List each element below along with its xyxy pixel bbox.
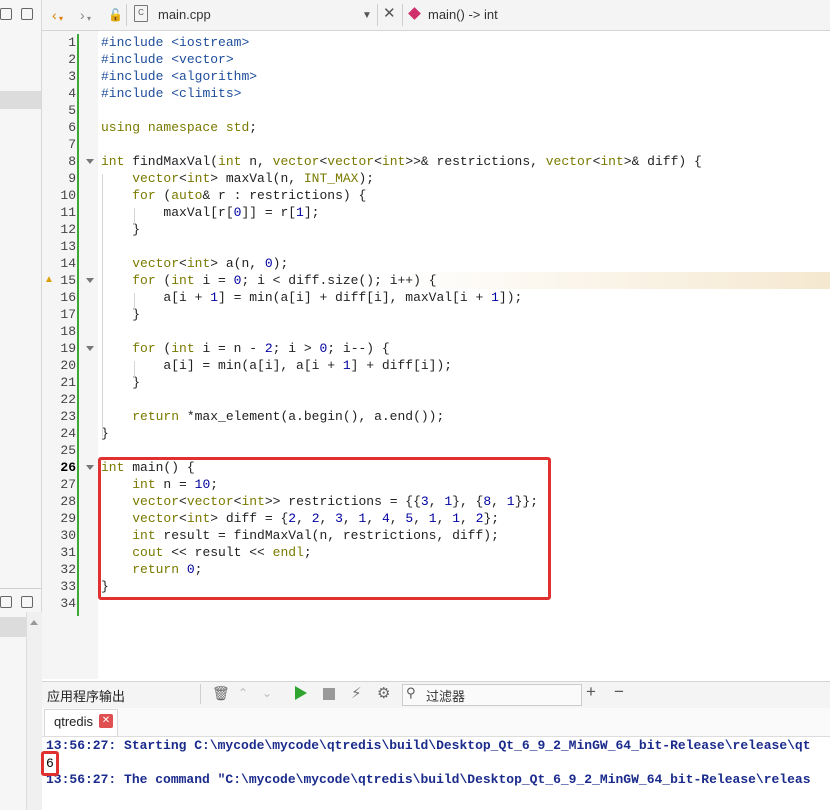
line-number: 31 bbox=[60, 545, 76, 560]
indent-guide bbox=[134, 361, 135, 378]
back-menu-icon[interactable]: ▾ bbox=[59, 10, 63, 28]
indent-guide bbox=[134, 208, 135, 225]
line-number: 30 bbox=[60, 528, 76, 543]
fold-marker-icon[interactable] bbox=[86, 159, 94, 164]
side-panel-selected-item-2[interactable] bbox=[0, 617, 26, 637]
code-line[interactable]: using namespace std; bbox=[101, 119, 257, 136]
code-line[interactable]: vector<int> a(n, 0); bbox=[101, 255, 288, 272]
panel-icon[interactable] bbox=[0, 8, 12, 20]
change-marker-bar bbox=[77, 34, 79, 616]
line-number: 21 bbox=[60, 375, 76, 390]
tab-close-icon[interactable]: ✕ bbox=[99, 714, 113, 728]
line-number: 9 bbox=[68, 171, 76, 186]
line-number: 33 bbox=[60, 579, 76, 594]
code-line[interactable]: #include <vector> bbox=[101, 51, 234, 68]
code-line[interactable]: int findMaxVal(int n, vector<vector<int>… bbox=[101, 153, 702, 170]
line-number: 28 bbox=[60, 494, 76, 509]
code-line[interactable]: for (int i = 0; i < diff.size(); i++) { bbox=[101, 272, 436, 289]
arrow-down-icon[interactable]: ⌄ bbox=[262, 686, 272, 700]
result-highlight-box bbox=[41, 751, 59, 776]
forward-icon[interactable]: › bbox=[80, 6, 85, 24]
open-file-name[interactable]: main.cpp bbox=[158, 7, 211, 22]
line-number: 10 bbox=[60, 188, 76, 203]
output-pane-title[interactable]: 应用程序输出 bbox=[47, 686, 125, 705]
arrow-up-icon[interactable]: ⌃ bbox=[238, 686, 248, 700]
code-line[interactable]: #include <climits> bbox=[101, 85, 241, 102]
editor-toolbar: ‹ ▾ › ▾ 🔓 C main.cpp ▼ ✕ main() -> int bbox=[42, 0, 830, 31]
code-line[interactable]: #include <iostream> bbox=[101, 34, 249, 51]
line-number: 29 bbox=[60, 511, 76, 526]
line-number: 8 bbox=[68, 154, 76, 169]
line-number: 22 bbox=[60, 392, 76, 407]
fold-marker-icon[interactable] bbox=[86, 278, 94, 283]
stop-icon[interactable] bbox=[323, 688, 335, 700]
tab-qtredis-label: qtredis bbox=[54, 714, 94, 729]
code-line[interactable]: return *max_element(a.begin(), a.end()); bbox=[101, 408, 444, 425]
line-number: 23 bbox=[60, 409, 76, 424]
code-line[interactable]: vector<int> maxVal(n, INT_MAX); bbox=[101, 170, 374, 187]
bolt-icon[interactable]: ⚡ bbox=[351, 684, 362, 702]
line-number: 2 bbox=[68, 52, 76, 67]
line-number: 5 bbox=[68, 103, 76, 118]
line-number: 24 bbox=[60, 426, 76, 441]
line-number: 25 bbox=[60, 443, 76, 458]
indent-guide bbox=[102, 174, 103, 437]
function-scope[interactable]: main() -> int bbox=[428, 7, 498, 22]
line-number: 6 bbox=[68, 120, 76, 135]
code-line[interactable]: #include <algorithm> bbox=[101, 68, 257, 85]
line-number: 18 bbox=[60, 324, 76, 339]
code-line[interactable]: a[i] = min(a[i], a[i + 1] + diff[i]); bbox=[101, 357, 452, 374]
line-number: 1 bbox=[68, 35, 76, 50]
line-number: 7 bbox=[68, 137, 76, 152]
line-number: 11 bbox=[60, 205, 76, 220]
line-number: 4 bbox=[68, 86, 76, 101]
line-number: 26 bbox=[60, 460, 76, 475]
collapse-icon-2[interactable] bbox=[21, 596, 33, 608]
function-symbol-icon bbox=[408, 7, 421, 20]
output-line: 13:56:27: Starting C:\mycode\mycode\qtre… bbox=[46, 738, 811, 753]
line-number: 3 bbox=[68, 69, 76, 84]
line-number: 14 bbox=[60, 256, 76, 271]
cpp-file-icon: C bbox=[134, 5, 148, 22]
side-panel-scrollbar[interactable] bbox=[26, 612, 42, 810]
trash-icon[interactable]: 🗑 bbox=[212, 685, 230, 702]
side-panel-selected-item[interactable] bbox=[0, 91, 41, 109]
line-number: 17 bbox=[60, 307, 76, 322]
minus-icon[interactable]: − bbox=[614, 682, 624, 702]
lock-icon[interactable]: 🔓 bbox=[108, 6, 123, 24]
line-number: 27 bbox=[60, 477, 76, 492]
panel-icon-2[interactable] bbox=[0, 596, 12, 608]
add-icon[interactable]: + bbox=[586, 682, 596, 702]
line-number: 32 bbox=[60, 562, 76, 577]
file-dropdown-icon[interactable]: ▼ bbox=[362, 7, 372, 25]
forward-menu-icon[interactable]: ▾ bbox=[87, 10, 91, 28]
line-number: 16 bbox=[60, 290, 76, 305]
run-icon[interactable] bbox=[295, 686, 307, 700]
line-number: 20 bbox=[60, 358, 76, 373]
code-line[interactable]: for (int i = n - 2; i > 0; i--) { bbox=[101, 340, 390, 357]
back-icon[interactable]: ‹ bbox=[52, 6, 57, 24]
fold-marker-icon[interactable] bbox=[86, 465, 94, 470]
close-icon[interactable]: ✕ bbox=[383, 5, 396, 23]
search-icon: ⚲ bbox=[406, 685, 416, 700]
line-number: 15 bbox=[60, 273, 76, 288]
main-function-highlight-box bbox=[98, 457, 551, 600]
line-number: 34 bbox=[60, 596, 76, 611]
side-panel-divider bbox=[0, 588, 41, 589]
output-tab-bar bbox=[42, 708, 830, 737]
line-number: 13 bbox=[60, 239, 76, 254]
filter-placeholder: 过滤器 bbox=[426, 689, 466, 704]
fold-marker-icon[interactable] bbox=[86, 346, 94, 351]
code-line[interactable]: a[i + 1] = min(a[i] + diff[i], maxVal[i … bbox=[101, 289, 522, 306]
code-line[interactable]: for (auto& r : restrictions) { bbox=[101, 187, 366, 204]
output-line: 13:56:27: The command "C:\mycode\mycode\… bbox=[46, 772, 811, 787]
gear-icon[interactable]: ⚙ bbox=[377, 684, 390, 702]
line-number: 19 bbox=[60, 341, 76, 356]
indent-guide bbox=[134, 293, 135, 310]
collapse-icon[interactable] bbox=[21, 8, 33, 20]
line-number: 12 bbox=[60, 222, 76, 237]
